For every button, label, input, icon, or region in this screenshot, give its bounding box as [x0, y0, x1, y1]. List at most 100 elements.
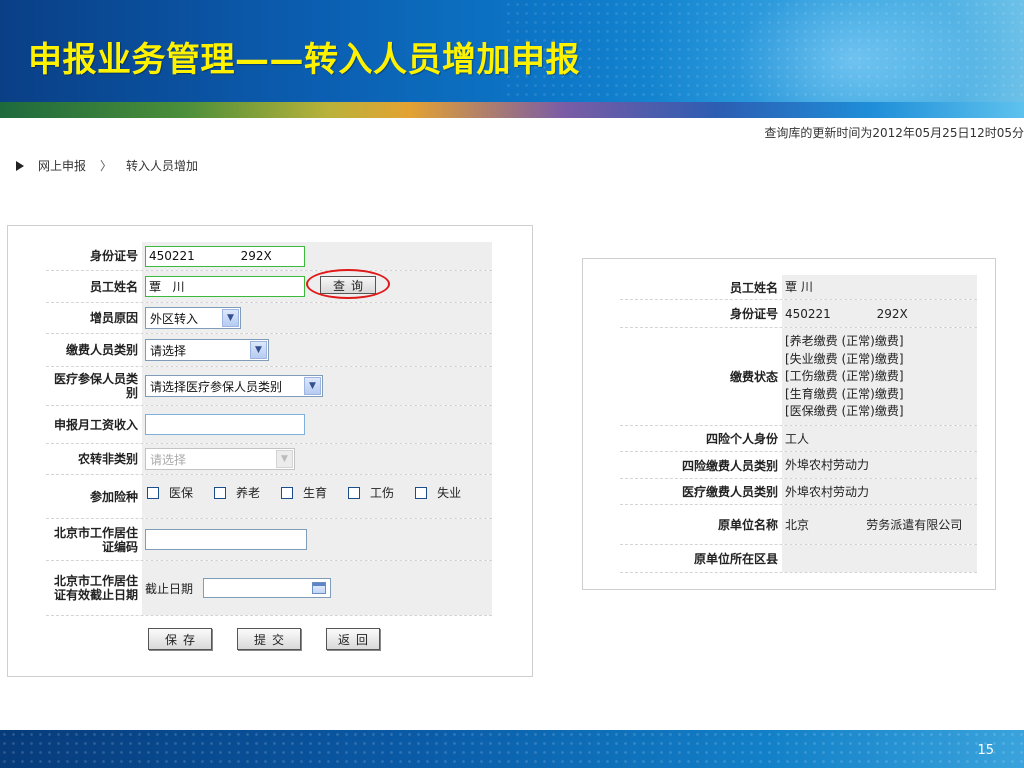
info-orig-company-value: 北京 劳务派遣有限公司 — [782, 505, 977, 544]
id-cell — [142, 242, 492, 270]
payer-type-cell: 请选择 ▼ — [142, 334, 492, 366]
name-label: 员工姓名 — [89, 279, 138, 294]
info-status-label: 缴费状态 — [729, 370, 778, 384]
info-four-type-value: 外埠农村劳动力 — [782, 452, 977, 478]
status-item: [工伤缴费 (正常)缴费] — [785, 369, 904, 384]
medical-type-label: 医疗参保人员类别 — [53, 372, 138, 400]
reason-select[interactable]: 外区转入 ▼ — [145, 307, 241, 329]
info-name-label: 员工姓名 — [729, 280, 778, 295]
info-row-orig-district: 原单位所在区县 — [620, 545, 977, 573]
row-medical-type: 医疗参保人员类别 请选择医疗参保人员类别 ▼ — [46, 367, 492, 406]
info-orig-district-value — [782, 545, 977, 572]
info-row-status: 缴费状态 [养老缴费 (正常)缴费] [失业缴费 (正常)缴费] [工伤缴费 (… — [620, 328, 977, 426]
agri-label: 农转非类别 — [77, 452, 138, 466]
insurance-option-unemployment[interactable]: 失业 — [415, 484, 461, 501]
back-button[interactable]: 返回 — [326, 628, 380, 650]
info-id-label: 身份证号 — [729, 307, 778, 321]
chevron-down-icon: ▼ — [222, 309, 239, 327]
info-row-orig-company: 原单位名称 北京 劳务派遣有限公司 — [620, 505, 977, 545]
work-permit-label: 北京市工作居住证编码 — [53, 525, 138, 554]
option-label: 养老 — [236, 486, 261, 500]
insurance-option-maternity[interactable]: 生育 — [281, 484, 327, 501]
row-payer-type: 缴费人员类别 请选择 ▼ — [46, 334, 492, 367]
status-item: [医保缴费 (正常)缴费] — [785, 404, 904, 419]
info-four-type-label: 四险缴费人员类别 — [681, 458, 778, 473]
expiry-date-input[interactable] — [203, 578, 332, 598]
info-row-four-type: 四险缴费人员类别 外埠农村劳动力 — [620, 452, 977, 479]
payer-type-label: 缴费人员类别 — [65, 343, 138, 357]
info-row-id: 身份证号 450221 292X — [620, 300, 977, 328]
page-number: 15 — [977, 743, 994, 758]
salary-label: 申报月工资收入 — [53, 417, 138, 432]
work-permit-input[interactable] — [145, 529, 307, 550]
checkbox[interactable] — [348, 486, 361, 499]
insurance-option-injury[interactable]: 工伤 — [348, 484, 394, 501]
status-item: [失业缴费 (正常)缴费] — [785, 351, 904, 366]
expiry-prefix: 截止日期 — [145, 581, 194, 596]
footer-bar: 15 — [0, 730, 1024, 768]
submit-button[interactable]: 提交 — [237, 628, 301, 650]
name-input[interactable] — [145, 276, 305, 297]
payer-type-select[interactable]: 请选择 ▼ — [145, 339, 269, 361]
option-label: 失业 — [437, 486, 462, 500]
insurance-option-pension[interactable]: 养老 — [214, 484, 260, 501]
insurance-cell: 医保 养老 生育 工伤 失业 — [142, 475, 492, 518]
expiry-label: 北京市工作居住证有效截止日期 — [53, 574, 138, 602]
payer-type-select-value: 请选择 — [150, 343, 187, 358]
breadcrumb-item-current: 转入人员增加 — [126, 159, 199, 173]
checkbox[interactable] — [214, 486, 227, 499]
agri-select[interactable]: 请选择 ▼ — [145, 448, 295, 470]
medical-type-select[interactable]: 请选择医疗参保人员类别 ▼ — [145, 375, 323, 397]
info-name-value: 覃 川 — [782, 275, 977, 299]
expiry-cell: 截止日期 — [142, 561, 492, 615]
row-work-permit: 北京市工作居住证编码 — [46, 519, 492, 561]
checkbox[interactable] — [415, 486, 428, 499]
id-input[interactable] — [145, 245, 305, 267]
option-label: 医保 — [169, 486, 194, 500]
info-orig-district-label: 原单位所在区县 — [693, 552, 778, 566]
id-label: 身份证号 — [89, 249, 138, 263]
form-actions: 保存 提交 返回 — [148, 628, 380, 650]
footer-dots — [0, 730, 1024, 768]
insurance-option-medical[interactable]: 医保 — [147, 484, 193, 501]
row-agri: 农转非类别 请选择 ▼ — [46, 444, 492, 475]
row-id: 身份证号 — [46, 242, 492, 271]
agri-select-value: 请选择 — [150, 452, 187, 467]
checkbox[interactable] — [147, 486, 159, 499]
status-list: [养老缴费 (正常)缴费] [失业缴费 (正常)缴费] [工伤缴费 (正常)缴费… — [785, 332, 904, 421]
calendar-icon[interactable] — [312, 582, 327, 594]
row-salary: 申报月工资收入 — [46, 406, 492, 444]
info-row-medical-type: 医疗缴费人员类别 外埠农村劳动力 — [620, 479, 977, 505]
info-orig-company-label: 原单位名称 — [717, 518, 778, 532]
info-row-name: 员工姓名 覃 川 — [620, 275, 977, 300]
add-person-form: 身份证号 员工姓名 查询 增员原因 外区转入 ▼ 缴费人员类别 — [7, 225, 533, 677]
row-expiry: 北京市工作居住证有效截止日期 截止日期 — [46, 561, 492, 616]
work-permit-cell — [142, 519, 492, 560]
medical-type-select-value: 请选择医疗参保人员类别 — [150, 379, 283, 394]
breadcrumb-item-online[interactable]: 网上申报 — [38, 157, 86, 174]
salary-input[interactable] — [145, 414, 305, 435]
info-id-value: 450221 292X — [782, 300, 977, 327]
checkbox[interactable] — [281, 486, 294, 499]
row-reason: 增员原因 外区转入 ▼ — [46, 303, 492, 334]
save-button[interactable]: 保存 — [148, 628, 212, 650]
highlight-ring — [306, 269, 390, 299]
salary-cell — [142, 406, 492, 443]
info-medical-type-label: 医疗缴费人员类别 — [681, 485, 778, 499]
info-row-identity: 四险个人身份 工人 — [620, 426, 977, 452]
update-time: 查询库的更新时间为2012年05月25日12时05分 — [764, 126, 1024, 140]
slide-title: 申报业务管理——转入人员增加申报 — [28, 40, 580, 80]
breadcrumb-arrow-icon — [16, 160, 24, 171]
banner-stripe — [0, 102, 1024, 118]
header-banner: 申报业务管理——转入人员增加申报 — [0, 0, 1024, 118]
reason-label: 增员原因 — [89, 311, 138, 325]
info-identity-label: 四险个人身份 — [705, 432, 778, 446]
option-label: 生育 — [303, 486, 328, 500]
medical-type-cell: 请选择医疗参保人员类别 ▼ — [142, 367, 492, 405]
row-name: 员工姓名 查询 — [46, 269, 492, 303]
name-cell: 查询 — [142, 269, 492, 302]
slide: 申报业务管理——转入人员增加申报 查询库的更新时间为2012年05月25日12时… — [0, 0, 1024, 768]
chevron-down-icon: ▼ — [250, 341, 267, 359]
info-identity-value: 工人 — [782, 426, 977, 451]
info-medical-type-value: 外埠农村劳动力 — [782, 479, 977, 504]
